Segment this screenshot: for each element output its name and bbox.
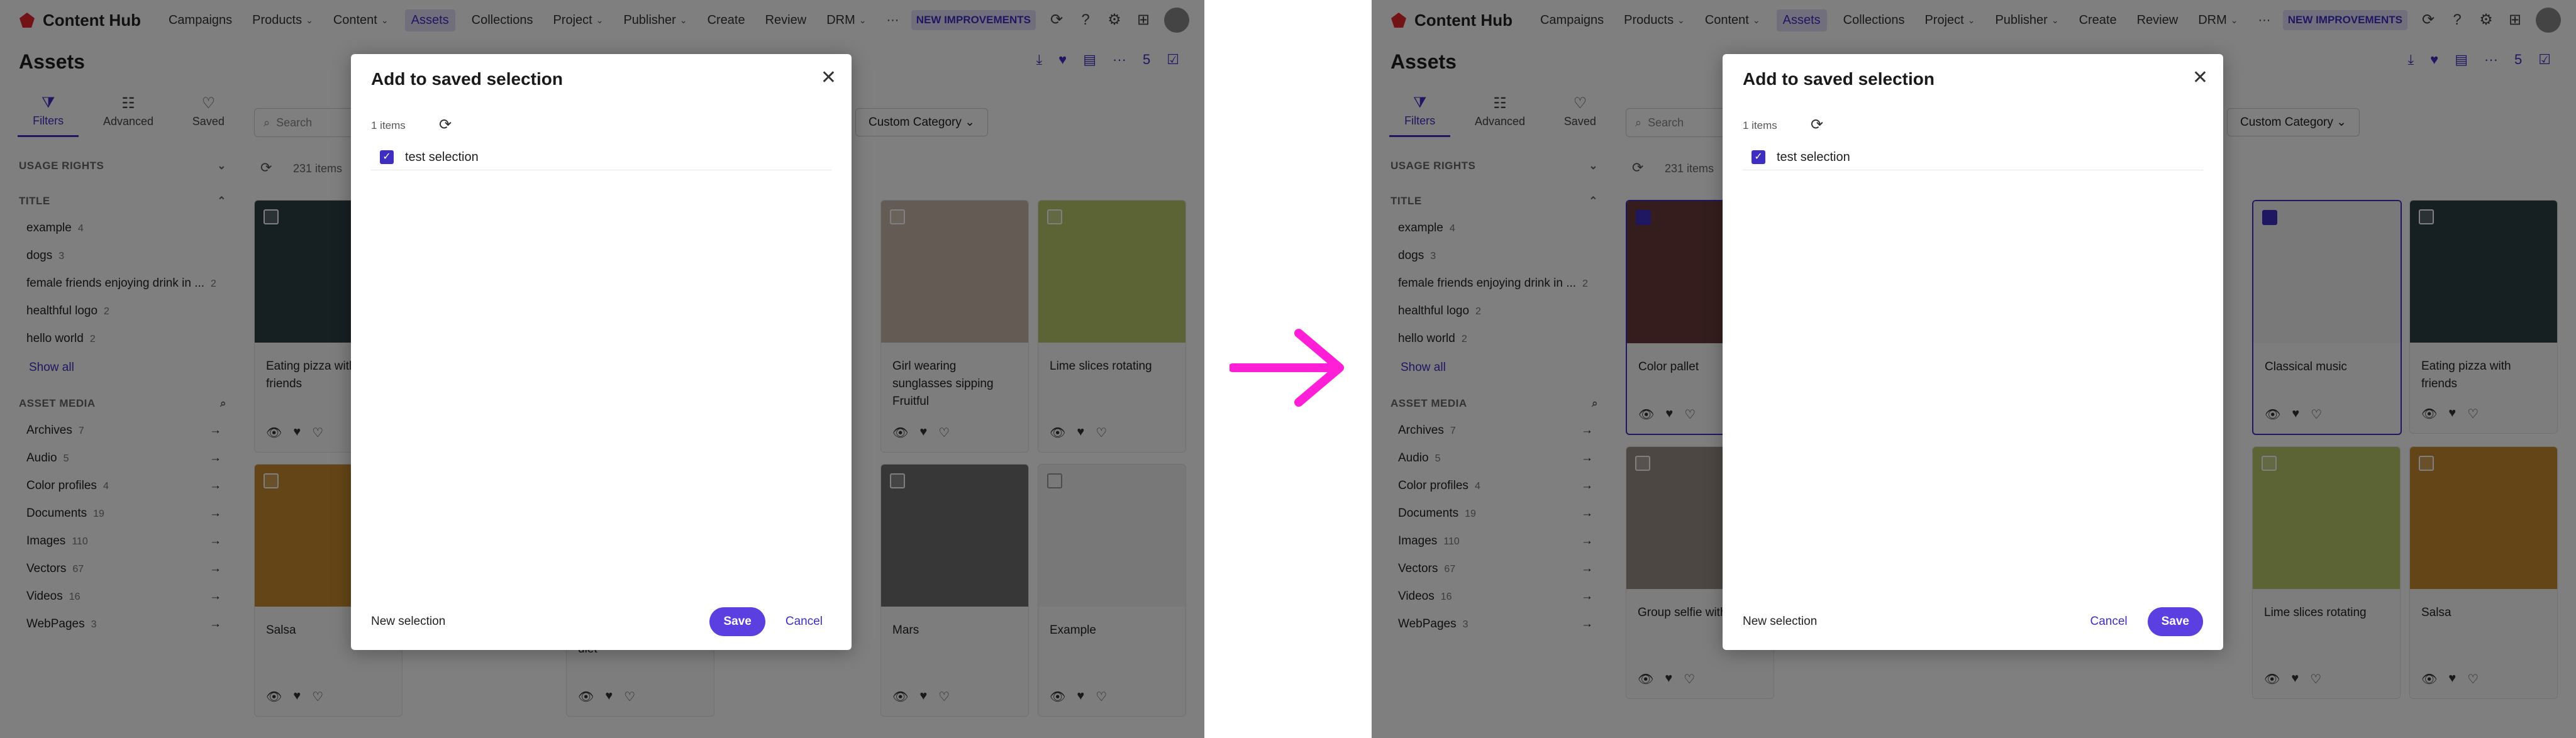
items-count: 1 items bbox=[371, 119, 406, 131]
before-screen: Content Hub Campaigns Products⌄ Content⌄… bbox=[0, 0, 1204, 738]
save-button[interactable]: Save bbox=[709, 607, 765, 636]
dialog-footer: New selection Cancel Save bbox=[1743, 606, 2203, 637]
dialog-title: Add to saved selection bbox=[371, 69, 563, 89]
close-icon[interactable]: ✕ bbox=[821, 67, 836, 89]
selection-checkbox[interactable]: ✓ bbox=[1752, 150, 1765, 164]
after-screen: Content Hub Campaigns Products⌄ Content⌄… bbox=[1372, 0, 2576, 738]
selection-name: test selection bbox=[1777, 150, 1850, 164]
close-icon[interactable]: ✕ bbox=[2192, 67, 2208, 89]
dialog-title: Add to saved selection bbox=[1743, 69, 1935, 89]
selection-row[interactable]: ✓ test selection bbox=[371, 145, 831, 170]
transition-arrow-icon bbox=[1230, 329, 1344, 407]
selection-name: test selection bbox=[405, 150, 479, 164]
selection-row[interactable]: ✓ test selection bbox=[1743, 145, 2203, 170]
refresh-icon[interactable]: ⟳ bbox=[1811, 116, 1823, 134]
save-button[interactable]: Save bbox=[2147, 607, 2203, 636]
add-to-saved-selection-dialog: Add to saved selection ✕ 1 items ⟳ ✓ test… bbox=[351, 54, 852, 650]
dialog-footer: New selection Save Cancel bbox=[371, 606, 831, 637]
new-selection-button[interactable]: New selection bbox=[1743, 615, 1817, 629]
cancel-button[interactable]: Cancel bbox=[2081, 607, 2136, 636]
selection-checkbox[interactable]: ✓ bbox=[380, 150, 394, 164]
new-selection-button[interactable]: New selection bbox=[371, 615, 445, 629]
add-to-saved-selection-dialog: Add to saved selection ✕ 1 items ⟳ ✓ test… bbox=[1723, 54, 2223, 650]
refresh-icon[interactable]: ⟳ bbox=[439, 116, 452, 134]
items-count: 1 items bbox=[1743, 119, 1777, 131]
cancel-button[interactable]: Cancel bbox=[777, 607, 831, 636]
